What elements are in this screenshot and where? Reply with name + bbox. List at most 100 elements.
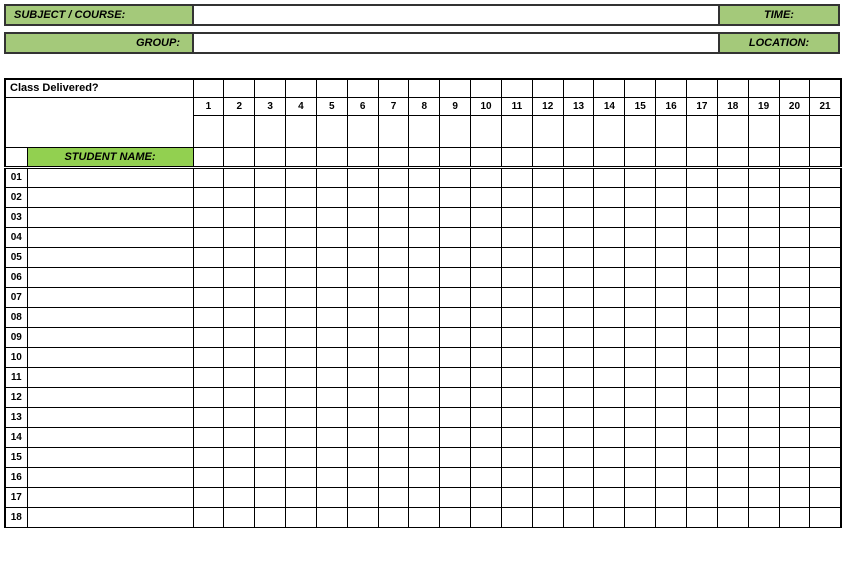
attendance-cell[interactable] — [409, 427, 440, 447]
attendance-cell[interactable] — [717, 247, 748, 267]
attendance-cell[interactable] — [501, 487, 532, 507]
attendance-cell[interactable] — [347, 467, 378, 487]
attendance-cell[interactable] — [717, 327, 748, 347]
attendance-cell[interactable] — [594, 507, 625, 527]
attendance-cell[interactable] — [255, 287, 286, 307]
attendance-cell[interactable] — [748, 307, 779, 327]
attendance-cell[interactable] — [717, 447, 748, 467]
class-delivered-cell[interactable] — [594, 79, 625, 97]
attendance-cell[interactable] — [378, 447, 409, 467]
attendance-cell[interactable] — [471, 507, 502, 527]
attendance-cell[interactable] — [717, 227, 748, 247]
attendance-cell[interactable] — [748, 507, 779, 527]
attendance-cell[interactable] — [810, 327, 841, 347]
attendance-cell[interactable] — [748, 487, 779, 507]
attendance-cell[interactable] — [687, 387, 718, 407]
attendance-cell[interactable] — [224, 387, 255, 407]
attendance-cell[interactable] — [625, 307, 656, 327]
class-delivered-cell[interactable] — [625, 79, 656, 97]
attendance-cell[interactable] — [687, 447, 718, 467]
attendance-cell[interactable] — [409, 167, 440, 187]
attendance-cell[interactable] — [779, 247, 810, 267]
attendance-cell[interactable] — [656, 347, 687, 367]
attendance-cell[interactable] — [594, 387, 625, 407]
attendance-cell[interactable] — [717, 467, 748, 487]
student-name-cell[interactable] — [27, 287, 193, 307]
attendance-cell[interactable] — [625, 207, 656, 227]
attendance-cell[interactable] — [316, 267, 347, 287]
attendance-cell[interactable] — [347, 187, 378, 207]
attendance-cell[interactable] — [224, 207, 255, 227]
attendance-cell[interactable] — [687, 327, 718, 347]
class-delivered-cell[interactable] — [687, 79, 718, 97]
attendance-cell[interactable] — [748, 467, 779, 487]
attendance-cell[interactable] — [748, 227, 779, 247]
attendance-cell[interactable] — [625, 427, 656, 447]
student-name-cell[interactable] — [27, 267, 193, 287]
attendance-cell[interactable] — [594, 407, 625, 427]
attendance-cell[interactable] — [378, 347, 409, 367]
attendance-cell[interactable] — [378, 287, 409, 307]
attendance-cell[interactable] — [193, 367, 224, 387]
attendance-cell[interactable] — [656, 487, 687, 507]
attendance-cell[interactable] — [532, 387, 563, 407]
attendance-cell[interactable] — [687, 247, 718, 267]
attendance-cell[interactable] — [563, 167, 594, 187]
attendance-cell[interactable] — [717, 427, 748, 447]
student-name-cell[interactable] — [27, 447, 193, 467]
attendance-cell[interactable] — [594, 467, 625, 487]
attendance-cell[interactable] — [409, 467, 440, 487]
attendance-cell[interactable] — [347, 327, 378, 347]
attendance-cell[interactable] — [347, 207, 378, 227]
attendance-cell[interactable] — [532, 347, 563, 367]
attendance-cell[interactable] — [656, 387, 687, 407]
attendance-cell[interactable] — [440, 227, 471, 247]
attendance-cell[interactable] — [409, 267, 440, 287]
attendance-cell[interactable] — [810, 467, 841, 487]
attendance-cell[interactable] — [625, 327, 656, 347]
attendance-cell[interactable] — [286, 347, 317, 367]
attendance-cell[interactable] — [501, 287, 532, 307]
attendance-cell[interactable] — [625, 367, 656, 387]
attendance-cell[interactable] — [656, 447, 687, 467]
attendance-cell[interactable] — [347, 307, 378, 327]
attendance-cell[interactable] — [563, 207, 594, 227]
attendance-cell[interactable] — [563, 347, 594, 367]
attendance-cell[interactable] — [687, 227, 718, 247]
student-name-cell[interactable] — [27, 187, 193, 207]
attendance-cell[interactable] — [656, 327, 687, 347]
attendance-cell[interactable] — [748, 327, 779, 347]
attendance-cell[interactable] — [440, 347, 471, 367]
attendance-cell[interactable] — [810, 427, 841, 447]
attendance-cell[interactable] — [563, 467, 594, 487]
attendance-cell[interactable] — [471, 407, 502, 427]
attendance-cell[interactable] — [687, 487, 718, 507]
attendance-cell[interactable] — [656, 227, 687, 247]
attendance-cell[interactable] — [347, 507, 378, 527]
attendance-cell[interactable] — [656, 307, 687, 327]
attendance-cell[interactable] — [656, 287, 687, 307]
attendance-cell[interactable] — [779, 307, 810, 327]
attendance-cell[interactable] — [224, 267, 255, 287]
class-delivered-cell[interactable] — [316, 79, 347, 97]
attendance-cell[interactable] — [501, 447, 532, 467]
attendance-cell[interactable] — [594, 227, 625, 247]
class-delivered-cell[interactable] — [440, 79, 471, 97]
attendance-cell[interactable] — [440, 487, 471, 507]
attendance-cell[interactable] — [625, 407, 656, 427]
attendance-cell[interactable] — [440, 387, 471, 407]
attendance-cell[interactable] — [563, 247, 594, 267]
attendance-cell[interactable] — [532, 407, 563, 427]
attendance-cell[interactable] — [378, 467, 409, 487]
attendance-cell[interactable] — [810, 487, 841, 507]
attendance-cell[interactable] — [193, 447, 224, 467]
attendance-cell[interactable] — [255, 267, 286, 287]
attendance-cell[interactable] — [224, 347, 255, 367]
class-delivered-cell[interactable] — [193, 79, 224, 97]
attendance-cell[interactable] — [779, 347, 810, 367]
attendance-cell[interactable] — [594, 327, 625, 347]
attendance-cell[interactable] — [532, 187, 563, 207]
attendance-cell[interactable] — [501, 387, 532, 407]
class-delivered-cell[interactable] — [779, 79, 810, 97]
attendance-cell[interactable] — [625, 387, 656, 407]
